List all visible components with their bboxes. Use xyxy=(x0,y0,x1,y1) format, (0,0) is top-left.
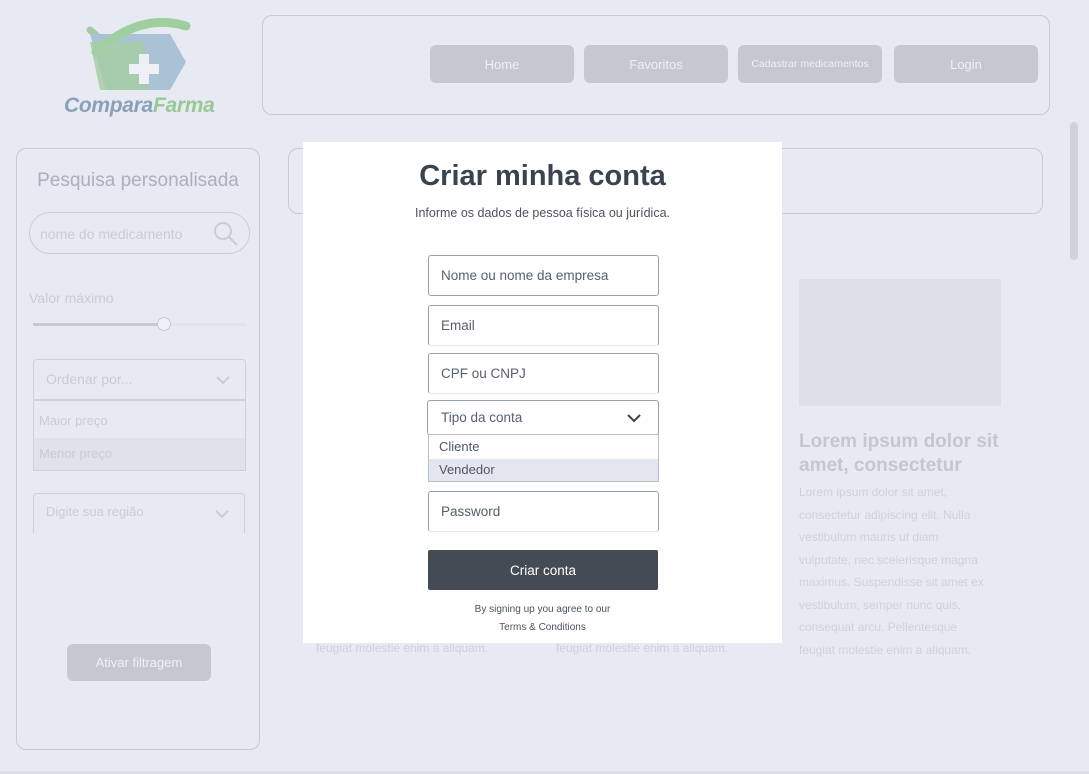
card-body-line: consectetur adipiscing elit. Nulla xyxy=(799,507,971,522)
product-image-placeholder xyxy=(799,279,1001,406)
card-body-line: feugiat molestie enim a aliquam. xyxy=(799,642,972,657)
card-footer-text: feugiat molestie enim a aliquam. xyxy=(316,641,489,655)
cpf-cnpj-field[interactable]: CPF ou CNPJ xyxy=(428,353,659,394)
nav-cadastrar-button[interactable]: Cadastrar medicamentos xyxy=(738,45,882,83)
price-slider-fill xyxy=(33,323,165,326)
terms-link[interactable]: Terms & Conditions xyxy=(303,622,782,633)
ordenar-label: Ordenar por... xyxy=(46,371,133,387)
chevron-down-icon xyxy=(627,414,641,423)
ativar-filtragem-button[interactable]: Ativar filtragem xyxy=(67,644,211,681)
card-body-line: maximus. Suspendisse sit amet ex xyxy=(799,575,984,589)
modal-title: Criar minha conta xyxy=(419,160,666,192)
valor-maximo-label: Valor máximo xyxy=(29,290,114,306)
nav-home-button[interactable]: Home xyxy=(430,45,574,83)
card-footer-text: feugiat molestie enim a aliquam. xyxy=(556,641,729,655)
card-body: Lorem ipsum dolor sit amet, consectetur … xyxy=(799,481,1009,661)
card-body-line: vestibulum, semper nunc quis, xyxy=(799,597,962,612)
tipo-option-cliente[interactable]: Cliente xyxy=(439,439,479,454)
tipo-conta-label: Tipo da conta xyxy=(441,410,523,425)
chevron-down-icon xyxy=(215,510,229,519)
tipo-conta-select[interactable]: Tipo da conta xyxy=(427,400,659,435)
ordenar-option-menor[interactable]: Menor preço xyxy=(39,446,112,461)
tipo-option-vendedor[interactable]: Vendedor xyxy=(439,462,495,477)
regiao-placeholder: Digite sua região xyxy=(46,504,144,519)
card-body-line: Lorem ipsum dolor sit amet, xyxy=(799,485,948,499)
card-body-line: vulputate, nec scelerisque magna xyxy=(799,552,978,567)
terms-text: By signing up you agree to our xyxy=(474,604,611,615)
card-title: Lorem ipsum dolor sit amet, consectetur xyxy=(799,431,999,476)
modal-subtitle: Informe os dados de pessoa física ou jur… xyxy=(414,206,670,220)
password-field[interactable]: Password xyxy=(428,491,659,532)
name-field[interactable]: Nome ou nome da empresa xyxy=(428,255,659,296)
logo-wordmark: ComparaFarma xyxy=(64,94,215,117)
nav-favoritos-button[interactable]: Favoritos xyxy=(584,45,728,83)
search-placeholder: nome do medicamento xyxy=(40,226,183,242)
criar-conta-button[interactable]: Criar conta xyxy=(428,550,658,590)
page-scrollbar-thumb[interactable] xyxy=(1070,122,1078,260)
nav-login-button[interactable]: Login xyxy=(894,45,1038,83)
card-body-line: consequat arcu. Pellentesque xyxy=(799,620,958,634)
chevron-down-icon xyxy=(216,376,230,385)
ordenar-option-maior[interactable]: Maior preço xyxy=(39,413,108,428)
email-field[interactable]: Email xyxy=(428,305,659,346)
sidebar-title: Pesquisa personalisada xyxy=(37,170,239,191)
search-icon[interactable] xyxy=(212,220,240,248)
card-body-line: vestibulum mauris ut diam xyxy=(799,530,939,544)
